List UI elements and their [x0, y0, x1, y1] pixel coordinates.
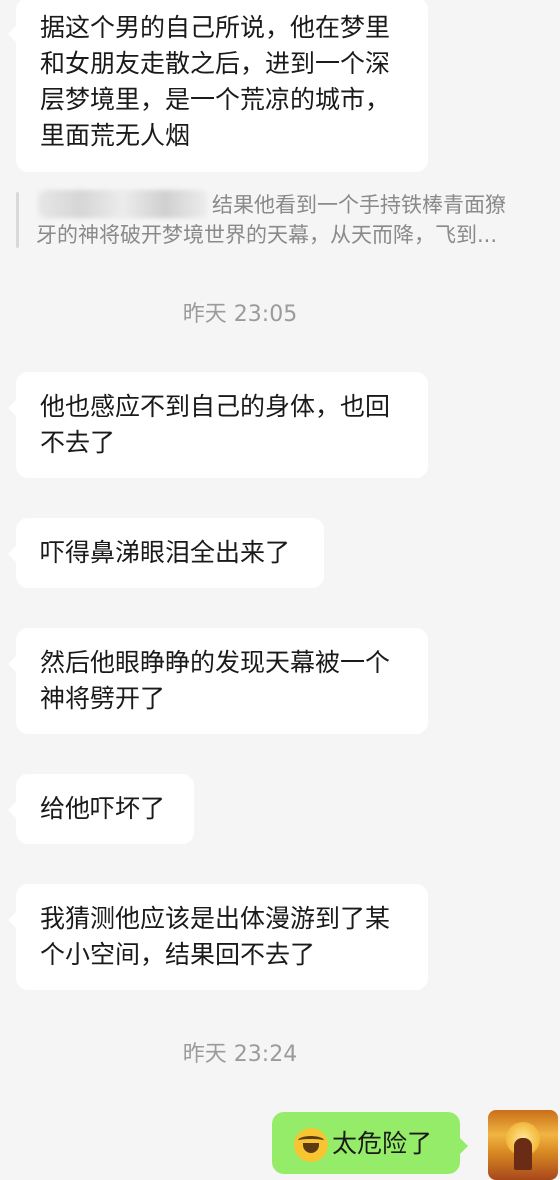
- quote-line-2: 牙的神将破开梦境世界的天幕，从天而降，飞到...: [36, 223, 498, 247]
- message-text: 然后他眼睁睁的发现天幕被一个 神将劈开了: [40, 648, 391, 713]
- message-text: 吓得鼻涕眼泪全出来了: [40, 538, 291, 567]
- message-bubble[interactable]: 给他吓坏了: [8, 774, 194, 844]
- loudly-crying-emoji-icon: [294, 1128, 328, 1162]
- quote-line-1: 结果他看到一个手持铁棒青面獠: [212, 193, 506, 217]
- message-bubble[interactable]: 据这个男的自己所说，他在梦里 和女朋友走散之后，进到一个深 层梦境里，是一个荒凉…: [8, 0, 428, 172]
- message-bubble[interactable]: 吓得鼻涕眼泪全出来了: [8, 518, 324, 588]
- quote-text: 结果他看到一个手持铁棒青面獠 牙的神将破开梦境世界的天幕，从天而降，飞到...: [36, 190, 536, 250]
- quoted-message[interactable]: 结果他看到一个手持铁棒青面獠 牙的神将破开梦境世界的天幕，从天而降，飞到...: [16, 186, 536, 250]
- timestamp: 昨天 23:05: [182, 302, 298, 327]
- quote-bar: [16, 192, 19, 248]
- message-text: 他也感应不到自己的身体，也回 不去了: [40, 392, 391, 457]
- avatar-figure: [514, 1138, 532, 1170]
- outgoing-message-bubble[interactable]: 太危险了: [272, 1112, 468, 1174]
- outgoing-message-text: 太危险了: [332, 1129, 433, 1158]
- message-text: 据这个男的自己所说，他在梦里 和女朋友走散之后，进到一个深 层梦境里，是一个荒凉…: [40, 13, 391, 150]
- message-text: 给他吓坏了: [40, 794, 166, 823]
- message-bubble[interactable]: 然后他眼睁睁的发现天幕被一个 神将劈开了: [8, 628, 428, 734]
- avatar[interactable]: [488, 1110, 558, 1180]
- timestamp: 昨天 23:24: [182, 1042, 298, 1067]
- message-bubble[interactable]: 他也感应不到自己的身体，也回 不去了: [8, 372, 428, 478]
- message-text: 我猜测他应该是出体漫游到了某 个小空间，结果回不去了: [40, 904, 391, 969]
- message-bubble[interactable]: 我猜测他应该是出体漫游到了某 个小空间，结果回不去了: [8, 884, 428, 990]
